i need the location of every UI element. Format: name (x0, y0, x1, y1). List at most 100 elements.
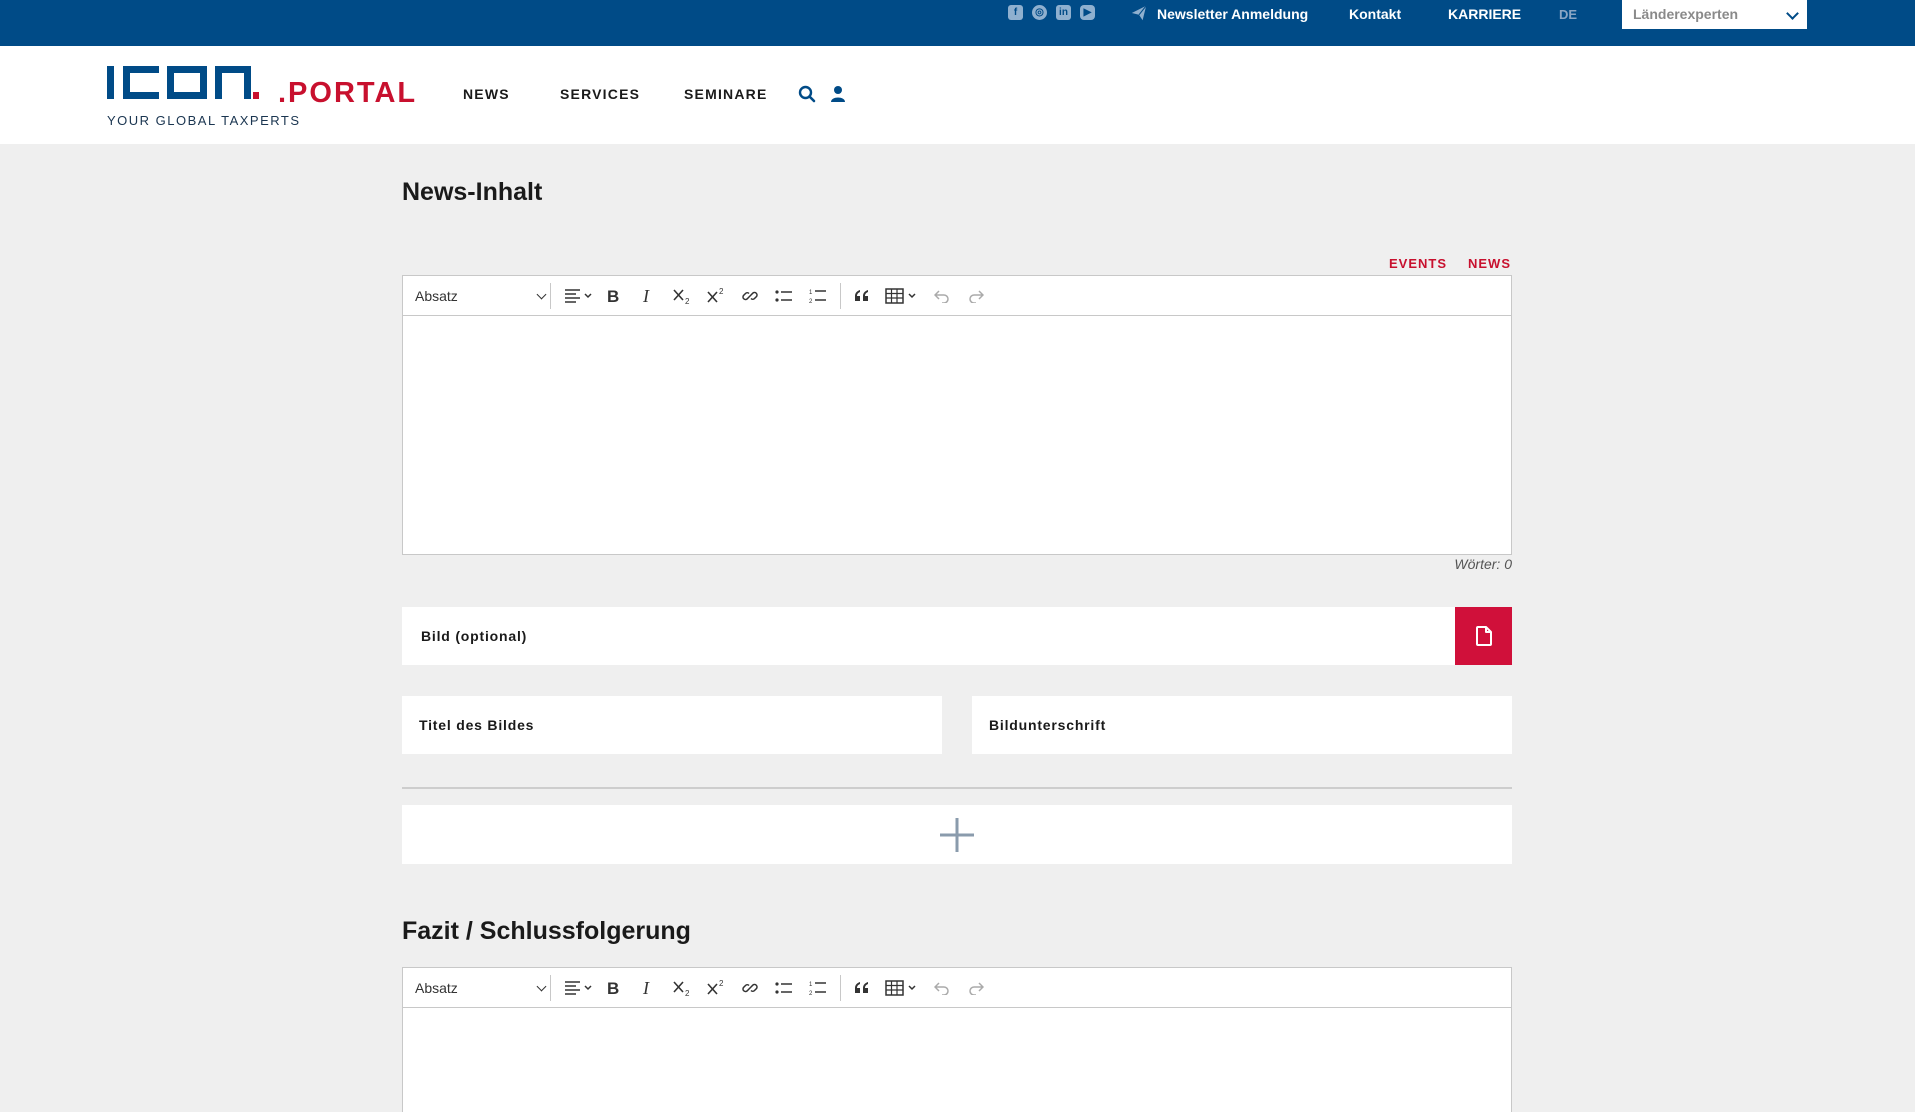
insert-table-button[interactable] (881, 968, 923, 1008)
link-icon (742, 983, 758, 993)
svg-text:2: 2 (719, 979, 724, 988)
bullet-list-icon (775, 290, 792, 302)
svg-text:2: 2 (719, 287, 724, 296)
paragraph-format-label: Absatz (415, 980, 458, 996)
redo-button[interactable] (961, 968, 991, 1008)
align-button[interactable] (558, 276, 598, 316)
logo-tagline: YOUR GLOBAL TAXPERTS (107, 113, 301, 128)
quote-icon (855, 982, 868, 993)
conclusion-editor-content[interactable] (403, 1008, 1511, 1112)
link-button[interactable] (735, 968, 765, 1008)
align-left-icon (565, 289, 592, 303)
bold-icon: B (607, 288, 619, 304)
kontakt-link[interactable]: Kontakt (1349, 6, 1401, 22)
svg-text:2: 2 (809, 991, 813, 996)
news-editor-content[interactable] (403, 316, 1511, 554)
file-icon (1475, 626, 1492, 646)
paper-plane-icon[interactable] (1130, 4, 1148, 22)
karriere-link[interactable]: KARRIERE (1448, 6, 1521, 22)
numbered-list-button[interactable]: 12 (803, 276, 833, 316)
country-experts-select[interactable]: Länderexperten (1622, 0, 1807, 29)
table-icon (885, 288, 916, 304)
svg-text:B: B (607, 288, 619, 304)
quote-icon (855, 290, 868, 301)
file-upload-button[interactable] (1455, 607, 1512, 665)
link-button[interactable] (735, 276, 765, 316)
blockquote-button[interactable] (847, 276, 877, 316)
insert-table-button[interactable] (881, 276, 923, 316)
svg-text:2: 2 (809, 299, 813, 304)
italic-icon: I (642, 288, 650, 304)
facebook-icon[interactable]: f (1008, 5, 1023, 20)
country-experts-label: Länderexperten (1633, 6, 1739, 22)
svg-text:2: 2 (685, 297, 690, 305)
top-bar: f ◎ in ▶ Newsletter Anmeldung Kontakt KA… (0, 0, 1915, 46)
image-caption-field[interactable]: Bildunterschrift (972, 696, 1512, 754)
table-icon (885, 980, 916, 996)
editor-toolbar: Absatz B I 2 2 12 (403, 276, 1511, 316)
image-upload-field[interactable]: Bild (optional) (402, 607, 1455, 665)
news-rich-text-editor: Absatz B I 2 2 12 (402, 275, 1512, 555)
image-title-label: Titel des Bildes (419, 717, 535, 733)
bullet-list-icon (775, 982, 792, 994)
section-divider (402, 787, 1512, 789)
news-content-title: News-Inhalt (402, 178, 543, 206)
word-count: Wörter: 0 (1454, 556, 1512, 572)
youtube-icon[interactable]: ▶ (1080, 5, 1095, 20)
nav-seminare[interactable]: SEMINARE (684, 86, 768, 102)
editor-toolbar: Absatz B I 2 2 12 (403, 968, 1511, 1008)
plus-icon (940, 817, 974, 852)
blockquote-button[interactable] (847, 968, 877, 1008)
language-switch[interactable]: DE (1559, 7, 1577, 22)
search-icon[interactable] (798, 85, 816, 103)
chevron-down-icon (1786, 7, 1799, 20)
paragraph-format-select[interactable]: Absatz (415, 968, 547, 1008)
nav-news[interactable]: NEWS (463, 86, 510, 102)
italic-button[interactable]: I (633, 968, 663, 1008)
superscript-button[interactable]: 2 (701, 968, 731, 1008)
user-icon[interactable] (829, 85, 847, 103)
superscript-button[interactable]: 2 (701, 276, 731, 316)
subscript-button[interactable]: 2 (667, 276, 697, 316)
superscript-icon: 2 (707, 979, 724, 995)
align-button[interactable] (558, 968, 598, 1008)
conclusion-title: Fazit / Schlussfolgerung (402, 917, 691, 945)
chevron-down-icon (536, 289, 547, 300)
toolbar-separator (840, 283, 841, 309)
align-left-icon (565, 981, 592, 995)
bold-icon: B (607, 980, 619, 996)
nav-services[interactable]: SERVICES (560, 86, 640, 102)
bold-button[interactable]: B (599, 276, 629, 316)
linkedin-icon[interactable]: in (1056, 5, 1071, 20)
bullet-list-button[interactable] (769, 968, 799, 1008)
toolbar-separator (550, 283, 551, 309)
bullet-list-button[interactable] (769, 276, 799, 316)
paragraph-format-label: Absatz (415, 288, 458, 304)
tag-news[interactable]: NEWS (1468, 256, 1511, 271)
undo-button[interactable] (927, 968, 957, 1008)
tag-events[interactable]: EVENTS (1389, 256, 1447, 271)
image-upload-label: Bild (optional) (421, 628, 528, 644)
undo-button[interactable] (927, 276, 957, 316)
subscript-button[interactable]: 2 (667, 968, 697, 1008)
conclusion-rich-text-editor: Absatz B I 2 2 12 (402, 967, 1512, 1112)
italic-icon: I (642, 980, 650, 996)
toolbar-separator (840, 975, 841, 1001)
add-block-button[interactable] (402, 805, 1512, 864)
newsletter-link[interactable]: Newsletter Anmeldung (1157, 6, 1308, 22)
image-title-field[interactable]: Titel des Bildes (402, 696, 942, 754)
subscript-icon: 2 (673, 981, 690, 997)
svg-text:I: I (642, 288, 650, 304)
svg-text:1: 1 (809, 290, 813, 296)
link-icon (742, 291, 758, 301)
numbered-list-button[interactable]: 12 (803, 968, 833, 1008)
bold-button[interactable]: B (599, 968, 629, 1008)
subscript-icon: 2 (673, 289, 690, 305)
site-header: .PORTAL YOUR GLOBAL TAXPERTS NEWS SERVIC… (0, 46, 1915, 144)
numbered-list-icon: 12 (809, 290, 826, 304)
instagram-icon[interactable]: ◎ (1032, 5, 1047, 20)
italic-button[interactable]: I (633, 276, 663, 316)
paragraph-format-select[interactable]: Absatz (415, 276, 547, 316)
icon-logo-mark (107, 66, 259, 99)
redo-button[interactable] (961, 276, 991, 316)
